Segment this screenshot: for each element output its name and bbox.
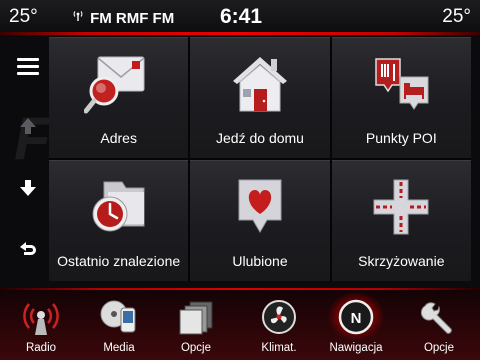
radio-antenna-icon — [21, 298, 61, 336]
bottom-button-navigation[interactable]: N Nawigacja — [323, 292, 389, 358]
tile-recent[interactable]: Ostatnio znalezione — [49, 160, 189, 281]
bottom-button-climate[interactable]: Klimat. — [246, 292, 312, 358]
clock-folder-icon — [84, 174, 154, 240]
tile-intersection[interactable]: Skrzyżowanie — [331, 160, 471, 281]
bottom-button-label: Nawigacja — [329, 342, 383, 354]
tile-label: Adres — [100, 130, 137, 146]
temperature-right[interactable]: 25° — [442, 6, 471, 28]
bottom-button-media[interactable]: Media — [86, 292, 152, 358]
tile-label: Ulubione — [232, 253, 288, 269]
scroll-down-button[interactable] — [8, 170, 48, 210]
svg-text:N: N — [351, 310, 362, 327]
tile-favourites[interactable]: Ulubione — [190, 160, 330, 281]
temperature-left[interactable]: 25° — [9, 6, 38, 28]
bottom-button-label: Radio — [25, 342, 57, 354]
side-rail — [8, 40, 48, 280]
scroll-up-button[interactable] — [8, 108, 48, 148]
house-icon — [225, 51, 295, 117]
arrow-down-icon — [17, 177, 39, 204]
compass-icon: N — [336, 298, 376, 336]
bottom-button-label: Klimat. — [261, 342, 297, 354]
pages-icon — [176, 298, 216, 336]
antenna-icon — [72, 11, 87, 24]
bottom-button-radio[interactable]: Radio — [8, 292, 74, 358]
menu-icon — [16, 56, 40, 81]
tile-label: Jedź do domu — [216, 130, 304, 146]
bottom-button-options-settings[interactable]: Opcje — [406, 292, 472, 358]
wrench-icon — [419, 298, 459, 336]
back-button[interactable] — [8, 232, 48, 272]
bottom-button-options-pages[interactable]: Opcje — [163, 292, 229, 358]
clock: 6:41 — [220, 5, 263, 28]
tile-poi[interactable]: Punkty POI — [331, 37, 471, 158]
radio-station-label: FM RMF FM — [90, 10, 175, 27]
tile-label: Punkty POI — [365, 130, 437, 146]
bottom-button-label: Media — [103, 342, 135, 354]
back-icon — [17, 239, 39, 266]
media-icon — [99, 298, 139, 336]
tile-address[interactable]: Adres — [49, 37, 189, 158]
envelope-search-icon — [83, 51, 154, 117]
status-bar: 25° FM RMF FM 6:41 25° — [0, 0, 480, 34]
intersection-icon — [366, 174, 436, 240]
climate-icon — [259, 298, 299, 336]
bottom-nav-bar: Radio Media Opcje Klimat. N Nawigacja Op… — [0, 288, 480, 360]
tile-label: Ostatnio znalezione — [57, 253, 181, 269]
arrow-up-icon — [17, 115, 39, 142]
header-divider — [0, 32, 480, 35]
bottom-button-label: Opcje — [423, 342, 455, 354]
tile-label: Skrzyżowanie — [358, 253, 445, 269]
poi-icon — [366, 51, 436, 117]
radio-status[interactable]: FM RMF FM — [72, 9, 174, 27]
heart-pin-icon — [225, 174, 295, 240]
tile-go-home[interactable]: Jedź do domu — [190, 37, 330, 158]
navigation-menu-grid: Adres Jedź do domu Punkty POI Ostatnio z… — [49, 37, 471, 281]
bottom-button-label: Opcje — [180, 342, 212, 354]
menu-button[interactable] — [8, 48, 48, 88]
